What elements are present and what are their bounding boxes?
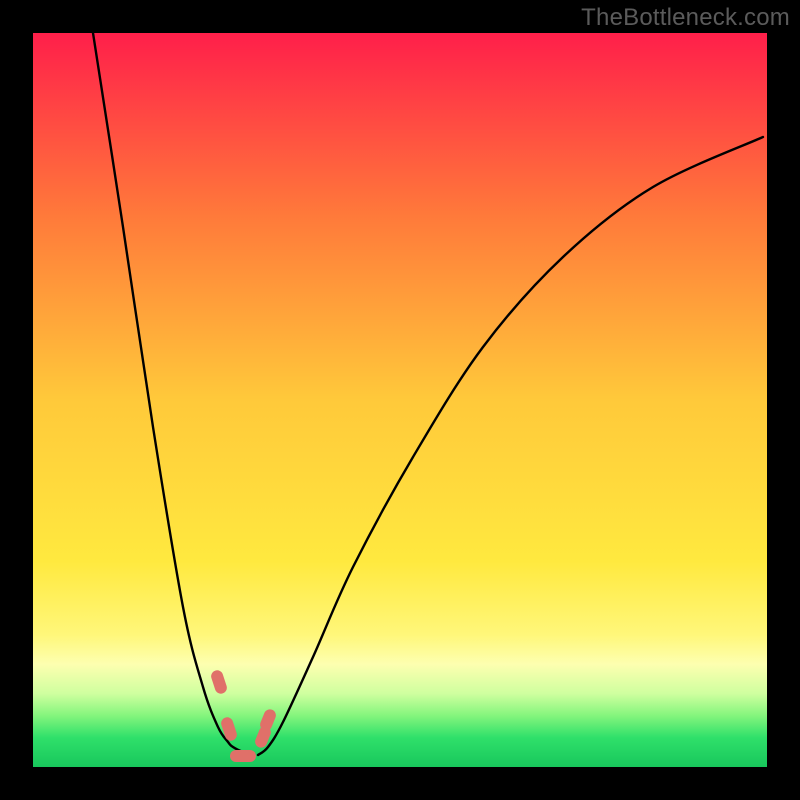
curve-marker bbox=[210, 669, 229, 696]
left-curve bbox=[93, 33, 253, 755]
chart-curves-layer bbox=[33, 33, 767, 767]
right-curve bbox=[258, 137, 763, 755]
watermark-text: TheBottleneck.com bbox=[581, 4, 790, 32]
curve-marker bbox=[220, 716, 239, 743]
chart-frame bbox=[33, 33, 767, 767]
curve-marker bbox=[230, 750, 256, 762]
